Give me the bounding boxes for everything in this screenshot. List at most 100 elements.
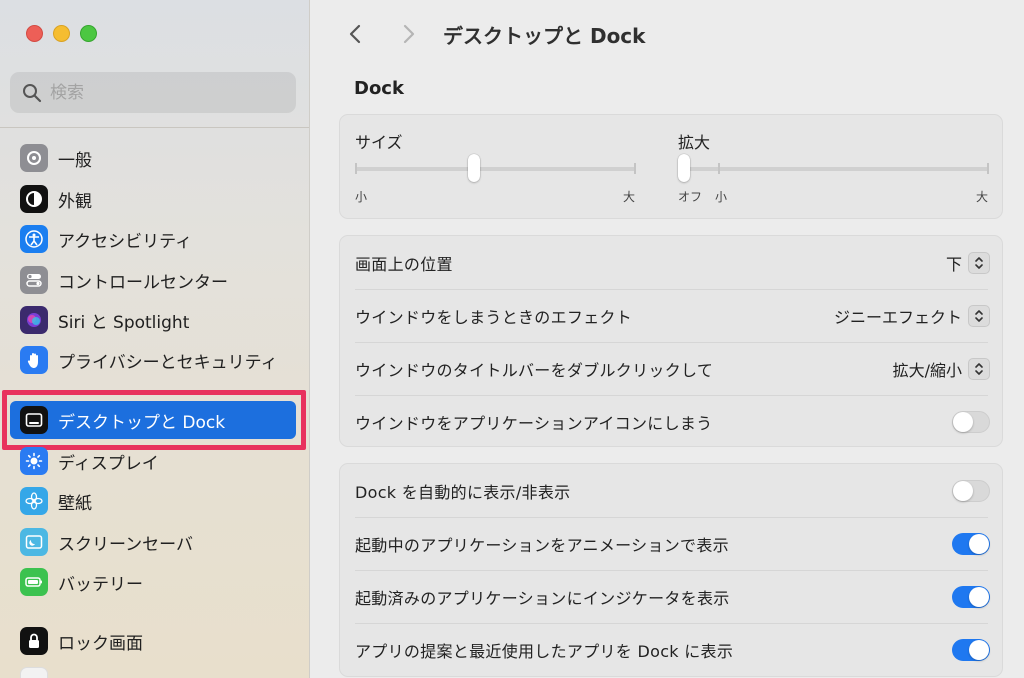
- minimize-effect-popup[interactable]: ジニーエフェクト: [834, 304, 990, 328]
- setting-label: ウインドウをしまうときのエフェクト: [355, 307, 633, 327]
- toggle-knob: [953, 411, 973, 432]
- sidebar-item-label: アクセシビリティ: [58, 231, 193, 252]
- size-slider-track[interactable]: [355, 167, 636, 171]
- magnify-max-label: 大: [976, 190, 989, 204]
- sidebar-item-appearance[interactable]: 外観: [10, 180, 296, 218]
- sidebar-item-general[interactable]: 一般: [10, 139, 296, 177]
- sidebar-item-label: Siri と Spotlight: [58, 312, 190, 333]
- setting-label: 起動中のアプリケーションをアニメーションで表示: [355, 535, 729, 555]
- close-window-button[interactable]: [26, 25, 43, 42]
- appearance-icon: [20, 185, 48, 213]
- setting-row-animate-opening: 起動中のアプリケーションをアニメーションで表示: [340, 517, 1004, 570]
- touch-id-icon: [20, 667, 48, 678]
- magnify-off-label: オフ: [678, 190, 703, 204]
- back-button[interactable]: [339, 18, 371, 50]
- setting-row-minimize-effect: ウインドウをしまうときのエフェクト ジニーエフェクト: [340, 289, 1004, 342]
- magnify-slider-thumb[interactable]: [678, 154, 690, 182]
- toggle-knob: [969, 533, 989, 554]
- toggle-knob: [969, 639, 989, 660]
- sidebar-item-label: 壁紙: [58, 493, 92, 514]
- sidebar: 一般 外観 アクセシビリティ コントロールセンター Siri と Spotlig…: [0, 0, 310, 678]
- sidebar-item-display[interactable]: ディスプレイ: [10, 442, 296, 480]
- sidebar-item-label: ロック画面: [58, 633, 143, 654]
- setting-row-minimize-into-icon: ウインドウをアプリケーションアイコンにしまう: [340, 395, 1004, 448]
- popup-value: 拡大/縮小: [892, 360, 962, 380]
- main-content: デスクトップと Dock Dock サイズ 小 大 拡大 オフ 小 大 画面上の…: [311, 0, 1024, 678]
- setting-row-autohide: Dock を自動的に表示/非表示: [340, 464, 1004, 517]
- window-settings-card: 画面上の位置 下 ウインドウをしまうときのエフェクト ジニーエフェクト ウインド…: [339, 235, 1003, 447]
- setting-label: アプリの提案と最近使用したアプリを Dock に表示: [355, 641, 734, 661]
- popup-value: ジニーエフェクト: [833, 307, 962, 327]
- accessibility-icon: [20, 225, 48, 253]
- autohide-toggle[interactable]: [952, 479, 990, 502]
- setting-label: ウインドウのタイトルバーをダブルクリックして: [355, 360, 714, 380]
- up-down-chevron-icon: [968, 304, 990, 327]
- dock-size-card: サイズ 小 大 拡大 オフ 小 大: [339, 114, 1003, 219]
- window-controls: [26, 25, 97, 42]
- page-title: デスクトップと Dock: [443, 23, 646, 48]
- magnify-slider-label: 拡大: [678, 133, 711, 152]
- size-slider-thumb[interactable]: [468, 154, 480, 182]
- up-down-chevron-icon: [968, 357, 990, 380]
- forward-button[interactable]: [393, 18, 425, 50]
- toggle-knob: [953, 480, 973, 501]
- setting-label: 起動済みのアプリケーションにインジケータを表示: [355, 588, 730, 608]
- sidebar-item-label: 一般: [58, 150, 92, 171]
- gear-icon: [20, 144, 48, 172]
- setting-label: ウインドウをアプリケーションアイコンにしまう: [355, 413, 713, 433]
- slider-tick: [355, 163, 357, 174]
- siri-icon: [20, 306, 48, 334]
- display-icon: [20, 447, 48, 475]
- control-center-icon: [20, 266, 48, 294]
- sidebar-item-privacy-security[interactable]: プライバシーとセキュリティ: [10, 341, 296, 379]
- minimize-window-button[interactable]: [53, 25, 70, 42]
- size-slider-label: サイズ: [355, 133, 403, 152]
- screensaver-icon: [20, 528, 48, 556]
- setting-row-show-suggested-apps: アプリの提案と最近使用したアプリを Dock に表示: [340, 623, 1004, 676]
- sidebar-divider: [0, 127, 309, 128]
- magnify-slider-track[interactable]: [678, 167, 989, 171]
- wallpaper-icon: [20, 487, 48, 515]
- sidebar-item-accessibility[interactable]: アクセシビリティ: [10, 220, 296, 258]
- sidebar-item-partial[interactable]: [10, 662, 296, 678]
- sidebar-item-label: コントロールセンター: [58, 272, 228, 293]
- slider-tick: [634, 163, 636, 174]
- sidebar-item-siri-spotlight[interactable]: Siri と Spotlight: [10, 301, 296, 339]
- hand-icon: [20, 346, 48, 374]
- setting-label: 画面上の位置: [355, 254, 453, 274]
- annotation-highlight-box: [2, 390, 306, 450]
- sidebar-item-label: スクリーンセーバ: [58, 534, 193, 555]
- zoom-window-button[interactable]: [80, 25, 97, 42]
- sidebar-item-screensaver[interactable]: スクリーンセーバ: [10, 523, 296, 561]
- up-down-chevron-icon: [968, 251, 990, 274]
- chevron-left-icon: [349, 24, 361, 44]
- search-input[interactable]: [50, 82, 270, 103]
- double-click-popup[interactable]: 拡大/縮小: [893, 357, 990, 381]
- animate-opening-toggle[interactable]: [952, 532, 990, 555]
- slider-tick: [718, 163, 720, 174]
- sidebar-item-label: 外観: [58, 191, 92, 212]
- toggle-knob: [969, 586, 989, 607]
- toolbar: デスクトップと Dock: [339, 18, 645, 50]
- section-heading-dock: Dock: [354, 78, 404, 99]
- battery-icon: [20, 568, 48, 596]
- show-indicators-toggle[interactable]: [952, 585, 990, 608]
- setting-row-double-click: ウインドウのタイトルバーをダブルクリックして 拡大/縮小: [340, 342, 1004, 395]
- size-max-label: 大: [623, 190, 636, 204]
- slider-tick: [987, 163, 989, 174]
- minimize-into-icon-toggle[interactable]: [952, 410, 990, 433]
- position-popup[interactable]: 下: [946, 251, 990, 275]
- sidebar-item-lock-screen[interactable]: ロック画面: [10, 622, 296, 660]
- sidebar-item-battery[interactable]: バッテリー: [10, 563, 296, 601]
- search-field[interactable]: [10, 72, 296, 113]
- setting-row-position: 画面上の位置 下: [340, 236, 1004, 289]
- sidebar-item-wallpaper[interactable]: 壁紙: [10, 482, 296, 520]
- sidebar-item-label: バッテリー: [58, 574, 143, 595]
- chevron-right-icon: [403, 24, 415, 44]
- size-min-label: 小: [355, 190, 368, 204]
- sidebar-item-label: プライバシーとセキュリティ: [58, 352, 278, 373]
- show-suggested-apps-toggle[interactable]: [952, 638, 990, 661]
- sidebar-item-control-center[interactable]: コントロールセンター: [10, 261, 296, 299]
- popup-value: 下: [945, 254, 962, 274]
